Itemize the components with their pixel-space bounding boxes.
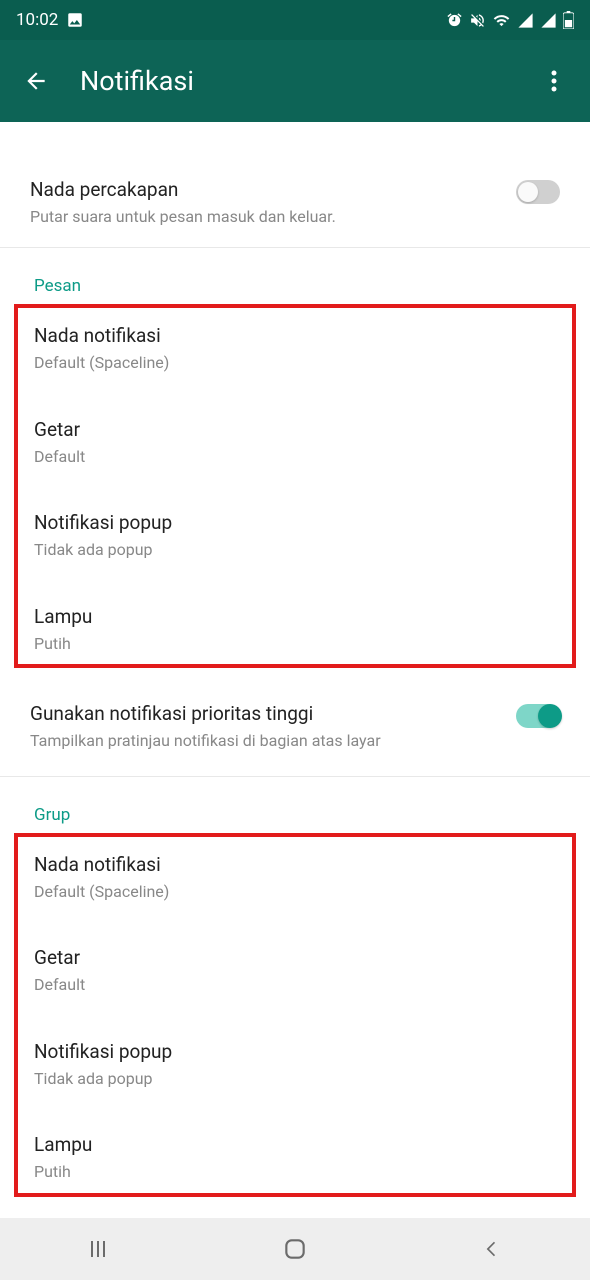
status-bar: 10:02: [0, 0, 590, 40]
more-vert-icon: [551, 70, 557, 92]
highlight-box-grup: Nada notifikasi Default (Spaceline) Geta…: [14, 833, 576, 1197]
setting-subtitle: Default: [34, 447, 556, 468]
setting-subtitle: Putih: [34, 634, 556, 655]
page-title: Notifikasi: [80, 65, 534, 97]
alarm-icon: [446, 12, 463, 29]
setting-subtitle: Putih: [34, 1162, 556, 1183]
setting-pesan-nada[interactable]: Nada notifikasi Default (Spaceline): [18, 308, 572, 393]
image-icon: [66, 11, 84, 29]
nav-recents-button[interactable]: [58, 1237, 138, 1261]
setting-subtitle: Default (Spaceline): [34, 353, 556, 374]
setting-pesan-lampu[interactable]: Lampu Putih: [18, 581, 572, 664]
arrow-back-icon: [23, 68, 49, 94]
section-header-pesan: Pesan: [0, 248, 590, 304]
setting-title: Nada notifikasi: [34, 853, 556, 878]
app-bar: Notifikasi: [0, 40, 590, 122]
setting-title: Gunakan notifikasi prioritas tinggi: [30, 702, 516, 727]
setting-title: Nada percakapan: [30, 178, 516, 203]
signal1-icon: [517, 12, 534, 29]
home-icon: [282, 1236, 308, 1262]
setting-subtitle: Tidak ada popup: [34, 540, 556, 561]
navigation-bar: [0, 1218, 590, 1280]
setting-subtitle: Putar suara untuk pesan masuk dan keluar…: [30, 207, 516, 228]
setting-subtitle: Default (Spaceline): [34, 882, 556, 903]
setting-grup-popup[interactable]: Notifikasi popup Tidak ada popup: [18, 1016, 572, 1109]
setting-title: Getar: [34, 946, 556, 971]
setting-grup-lampu[interactable]: Lampu Putih: [18, 1109, 572, 1192]
signal2-icon: [540, 12, 557, 29]
setting-pesan-getar[interactable]: Getar Default: [18, 394, 572, 487]
highlight-box-pesan: Nada notifikasi Default (Spaceline) Geta…: [14, 304, 576, 668]
status-time: 10:02: [16, 10, 58, 30]
recents-icon: [86, 1237, 110, 1261]
battery-icon: [563, 11, 574, 29]
section-header-grup: Grup: [0, 777, 590, 833]
setting-title: Lampu: [34, 1133, 556, 1158]
setting-title: Notifikasi popup: [34, 511, 556, 536]
setting-subtitle: Default: [34, 975, 556, 996]
setting-grup-nada[interactable]: Nada notifikasi Default (Spaceline): [18, 837, 572, 922]
setting-pesan-popup[interactable]: Notifikasi popup Tidak ada popup: [18, 487, 572, 580]
setting-conversation-tone[interactable]: Nada percakapan Putar suara untuk pesan …: [0, 158, 590, 247]
setting-pesan-priority[interactable]: Gunakan notifikasi prioritas tinggi Tamp…: [0, 674, 590, 775]
more-button[interactable]: [534, 57, 574, 105]
setting-grup-getar[interactable]: Getar Default: [18, 922, 572, 1015]
setting-title: Lampu: [34, 605, 556, 630]
setting-title: Nada notifikasi: [34, 324, 556, 349]
toggle-conversation-tone[interactable]: [516, 180, 560, 204]
back-icon: [482, 1237, 502, 1261]
setting-subtitle: Tampilkan pratinjau notifikasi di bagian…: [30, 731, 516, 752]
setting-subtitle: Tidak ada popup: [34, 1069, 556, 1090]
nav-home-button[interactable]: [255, 1236, 335, 1262]
back-button[interactable]: [16, 57, 56, 105]
setting-title: Notifikasi popup: [34, 1040, 556, 1065]
toggle-pesan-priority[interactable]: [516, 704, 560, 728]
nav-back-button[interactable]: [452, 1237, 532, 1261]
setting-title: Getar: [34, 418, 556, 443]
mute-icon: [469, 12, 486, 29]
wifi-icon: [492, 12, 511, 29]
